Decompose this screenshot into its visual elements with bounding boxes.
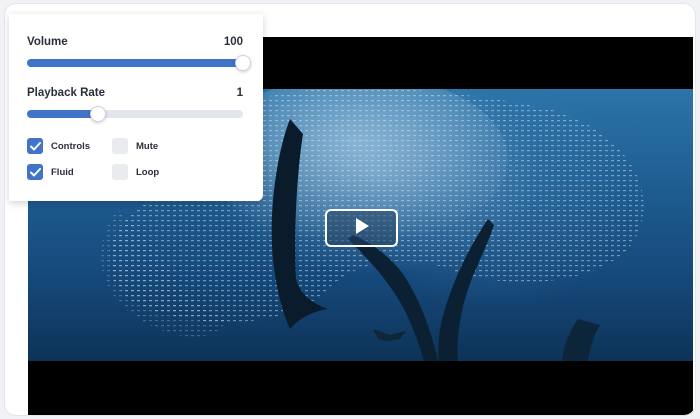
fluid-checkbox-box[interactable] <box>27 164 43 180</box>
loop-checkbox-box[interactable] <box>112 164 128 180</box>
playback-rate-slider-thumb[interactable] <box>90 106 107 122</box>
playback-rate-slider-fill <box>27 110 99 118</box>
big-play-button[interactable] <box>325 209 398 247</box>
playback-rate-label: Playback Rate <box>27 87 105 99</box>
volume-value: 100 <box>223 36 243 48</box>
playback-rate-header: Playback Rate 1 <box>27 87 243 99</box>
fluid-checkbox[interactable]: Fluid <box>27 164 74 180</box>
mute-checkbox-box[interactable] <box>112 138 128 154</box>
fluid-label: Fluid <box>51 166 74 178</box>
controls-label: Controls <box>51 140 91 152</box>
play-icon <box>354 217 370 240</box>
volume-header: Volume 100 <box>27 36 243 48</box>
demo-card: Volume 100 Playback Rate 1 Controls Mute… <box>4 3 696 416</box>
volume-slider[interactable] <box>27 55 251 71</box>
loop-checkbox[interactable]: Loop <box>112 164 159 180</box>
settings-panel: Volume 100 Playback Rate 1 Controls Mute… <box>9 14 263 201</box>
volume-slider-thumb[interactable] <box>235 55 251 71</box>
mute-checkbox[interactable]: Mute <box>112 138 158 154</box>
mute-label: Mute <box>136 140 159 152</box>
loop-label: Loop <box>136 166 160 178</box>
playback-rate-value: 1 <box>236 87 243 99</box>
playback-rate-slider[interactable] <box>27 106 243 122</box>
volume-slider-fill <box>27 59 243 67</box>
controls-checkbox-box[interactable] <box>27 138 43 154</box>
controls-checkbox[interactable]: Controls <box>27 138 90 154</box>
checkmark-icon <box>29 167 41 176</box>
volume-label: Volume <box>27 36 68 48</box>
checkmark-icon <box>29 141 41 150</box>
